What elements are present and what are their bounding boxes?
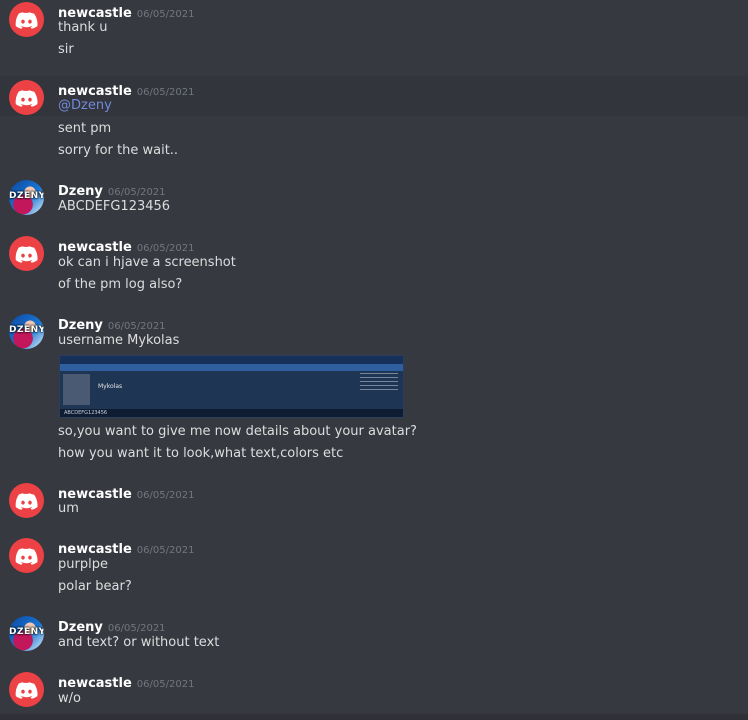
dzeny-avatar[interactable]: DZENY bbox=[9, 180, 44, 215]
message-text: w/o bbox=[58, 691, 81, 706]
attachment-footer: ABCDEFG123456 bbox=[60, 409, 403, 417]
author-name[interactable]: newcastle bbox=[58, 84, 132, 99]
bottom-divider bbox=[0, 714, 748, 720]
author-name[interactable]: newcastle bbox=[58, 676, 132, 691]
message-text: how you want it to look,what text,colors… bbox=[58, 446, 344, 461]
timestamp: 06/05/2021 bbox=[107, 321, 166, 332]
timestamp: 06/05/2021 bbox=[136, 679, 195, 690]
attachment-stats bbox=[360, 373, 398, 391]
message-text: so,you want to give me now details about… bbox=[58, 424, 417, 439]
author-name[interactable]: newcastle bbox=[58, 487, 132, 502]
attachment-title-bar bbox=[60, 356, 403, 364]
message-text: sorry for the wait.. bbox=[58, 143, 179, 158]
avatar-text: DZENY bbox=[9, 627, 44, 637]
author-name[interactable]: Dzeny bbox=[58, 620, 103, 635]
image-attachment[interactable]: Mykolas ABCDEFG123456 bbox=[59, 355, 404, 418]
discord-logo-icon[interactable] bbox=[9, 236, 44, 271]
attachment-username: Mykolas bbox=[98, 383, 123, 390]
message-text: of the pm log also? bbox=[58, 277, 183, 292]
user-mention[interactable]: @Dzeny bbox=[58, 98, 112, 113]
author-name[interactable]: Dzeny bbox=[58, 184, 103, 199]
attachment-caption: ABCDEFG123456 bbox=[64, 410, 108, 416]
message-text: and text? or without text bbox=[58, 635, 220, 650]
discord-logo-icon[interactable] bbox=[9, 80, 44, 115]
message-text: sent pm bbox=[58, 121, 112, 136]
attachment-avatar-thumb bbox=[63, 374, 90, 405]
timestamp: 06/05/2021 bbox=[136, 87, 195, 98]
message-text: ok can i hjave a screenshot bbox=[58, 255, 236, 270]
timestamp: 06/05/2021 bbox=[136, 545, 195, 556]
dzeny-avatar[interactable]: DZENY bbox=[9, 616, 44, 651]
message-text: ABCDEFG123456 bbox=[58, 199, 171, 214]
message-text: polar bear? bbox=[58, 579, 132, 594]
avatar-text: DZENY bbox=[9, 325, 44, 335]
author-name[interactable]: newcastle bbox=[58, 240, 132, 255]
discord-logo-icon[interactable] bbox=[9, 2, 44, 37]
dzeny-avatar[interactable]: DZENY bbox=[9, 314, 44, 349]
message-text: thank u bbox=[58, 20, 108, 35]
author-name[interactable]: newcastle bbox=[58, 6, 132, 21]
avatar-text: DZENY bbox=[9, 191, 44, 201]
timestamp: 06/05/2021 bbox=[136, 490, 195, 501]
discord-logo-icon[interactable] bbox=[9, 672, 44, 707]
timestamp: 06/05/2021 bbox=[136, 243, 195, 254]
author-name[interactable]: Dzeny bbox=[58, 318, 103, 333]
timestamp: 06/05/2021 bbox=[107, 623, 166, 634]
timestamp: 06/05/2021 bbox=[136, 9, 195, 20]
message-text: sir bbox=[58, 42, 74, 57]
discord-logo-icon[interactable] bbox=[9, 538, 44, 573]
message-text: um bbox=[58, 501, 79, 516]
message-text: username Mykolas bbox=[58, 333, 180, 348]
discord-logo-icon[interactable] bbox=[9, 483, 44, 518]
author-name[interactable]: newcastle bbox=[58, 542, 132, 557]
attachment-nav-bar bbox=[60, 364, 403, 371]
message-text: purplpe bbox=[58, 557, 108, 572]
timestamp: 06/05/2021 bbox=[107, 187, 166, 198]
